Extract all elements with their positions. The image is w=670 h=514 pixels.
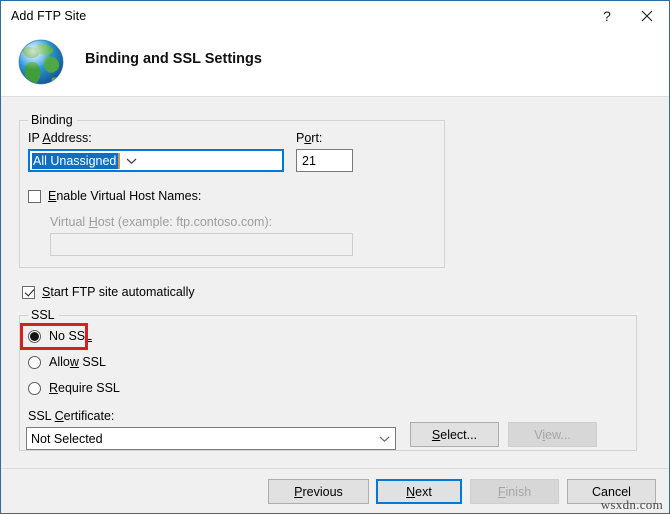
radio-box bbox=[28, 381, 41, 395]
checkbox-box bbox=[28, 189, 41, 203]
add-ftp-site-dialog: Add FTP Site ? Binding and SSL Settings … bbox=[0, 0, 670, 514]
virtual-host-input[interactable] bbox=[50, 233, 353, 256]
view-certificate-button: View... bbox=[508, 422, 597, 447]
chevron-down-icon[interactable] bbox=[373, 435, 395, 443]
radio-allow-ssl-label: Allow SSL bbox=[49, 355, 106, 369]
radio-allow-ssl[interactable]: Allow SSL bbox=[28, 355, 106, 369]
window-controls: ? bbox=[590, 1, 669, 30]
view-button-label: View... bbox=[534, 427, 571, 442]
previous-button-label: Previous bbox=[294, 484, 343, 499]
ip-address-label: IP Address: bbox=[28, 131, 92, 145]
select-certificate-button[interactable]: Select... bbox=[410, 422, 499, 447]
finish-button: Finish bbox=[470, 479, 559, 504]
radio-require-ssl-label: Require SSL bbox=[49, 381, 120, 395]
radio-no-ssl-label: No SSL bbox=[49, 329, 93, 343]
page-title: Binding and SSL Settings bbox=[85, 51, 262, 67]
radio-box bbox=[28, 329, 41, 343]
next-button[interactable]: Next bbox=[376, 479, 462, 504]
dialog-header: Binding and SSL Settings bbox=[1, 30, 669, 97]
next-button-label: Next bbox=[406, 484, 432, 499]
ip-address-combobox[interactable]: All Unassigned bbox=[28, 149, 284, 172]
window-title: Add FTP Site bbox=[11, 8, 87, 23]
ssl-certificate-label: SSL Certificate: bbox=[28, 409, 115, 423]
radio-box bbox=[28, 355, 41, 369]
virtual-host-label: Virtual Host (example: ftp.contoso.com): bbox=[50, 215, 273, 229]
dialog-footer: Previous Next Finish Cancel wsxdn.com bbox=[1, 468, 669, 513]
radio-no-ssl[interactable]: No SSL bbox=[28, 329, 92, 343]
ssl-certificate-value: Not Selected bbox=[31, 431, 103, 446]
close-button[interactable] bbox=[624, 1, 669, 30]
finish-button-label: Finish bbox=[497, 484, 532, 499]
start-ftp-automatically-checkbox[interactable]: Start FTP site automatically bbox=[22, 285, 195, 299]
help-button[interactable]: ? bbox=[590, 1, 624, 30]
checkbox-box bbox=[22, 285, 35, 299]
enable-virtual-host-label: Enable Virtual Host Names: bbox=[48, 189, 202, 203]
ssl-group-label: SSL bbox=[28, 308, 59, 322]
previous-button[interactable]: Previous bbox=[268, 479, 369, 504]
chevron-down-icon[interactable] bbox=[120, 157, 142, 165]
port-label: Port: bbox=[296, 131, 323, 145]
watermark: wsxdn.com bbox=[600, 497, 663, 512]
binding-group-label: Binding bbox=[28, 113, 77, 127]
close-icon bbox=[641, 10, 653, 22]
question-mark-icon: ? bbox=[603, 7, 611, 24]
port-input[interactable] bbox=[296, 149, 353, 172]
radio-require-ssl[interactable]: Require SSL bbox=[28, 381, 120, 395]
title-bar: Add FTP Site ? bbox=[1, 1, 669, 30]
globe-icon bbox=[16, 37, 66, 87]
start-ftp-automatically-label: Start FTP site automatically bbox=[42, 285, 195, 299]
select-button-label: Select... bbox=[431, 427, 478, 442]
enable-virtual-host-checkbox[interactable]: Enable Virtual Host Names: bbox=[28, 189, 201, 203]
ip-address-value: All Unassigned bbox=[32, 152, 121, 169]
dialog-body: Binding IP Address: All Unassigned Port:… bbox=[1, 97, 669, 468]
ssl-certificate-combobox[interactable]: Not Selected bbox=[26, 427, 396, 450]
